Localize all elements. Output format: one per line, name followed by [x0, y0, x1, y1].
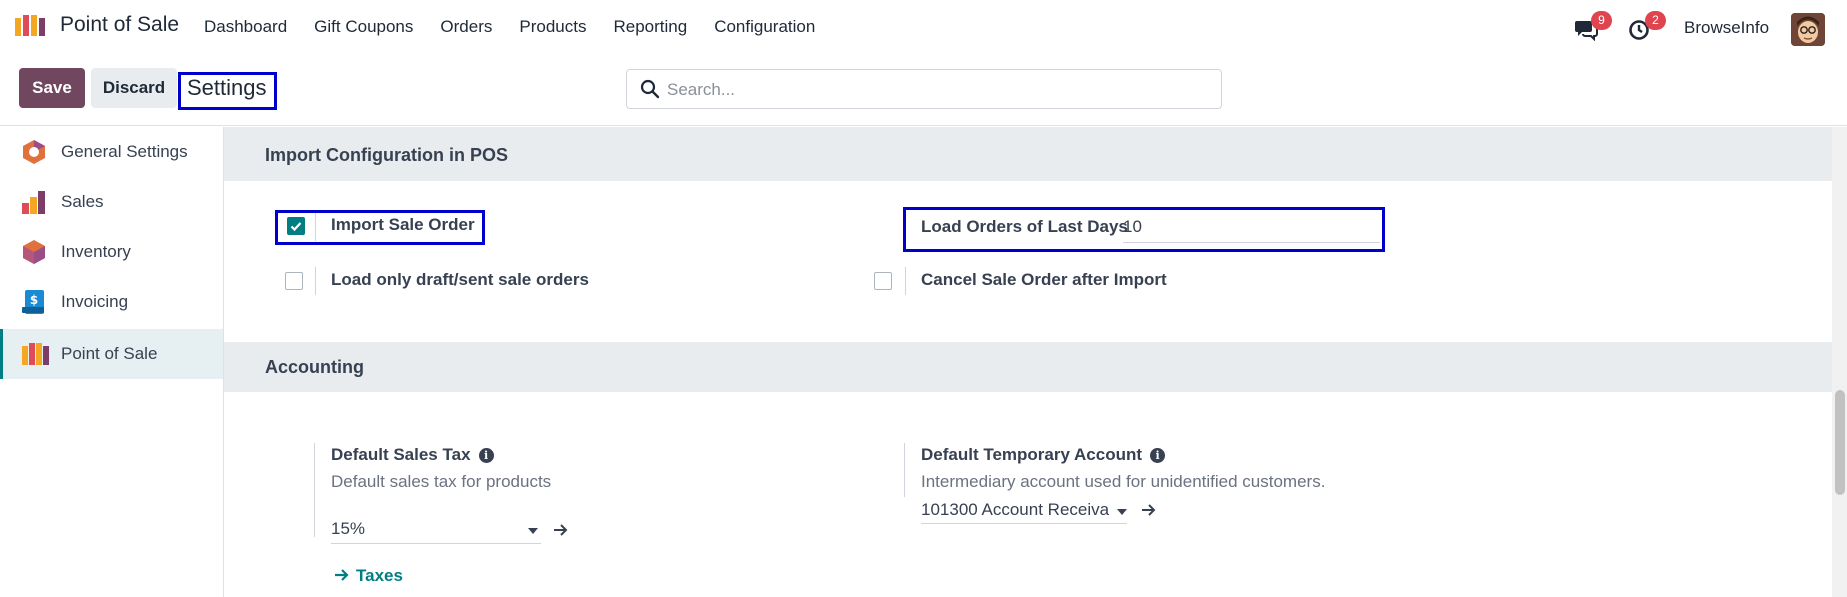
sidebar-item-inventory[interactable]: Inventory [0, 227, 223, 277]
default-sales-tax-select[interactable]: 15% [331, 519, 365, 539]
discard-button[interactable]: Discard [91, 68, 177, 108]
search-bar [626, 69, 1222, 109]
divider [314, 443, 315, 537]
draft-sent-only-label: Load only draft/sent sale orders [331, 270, 589, 289]
cancel-after-import-label: Cancel Sale Order after Import [921, 270, 1167, 289]
default-temp-account-label: Default Temporary Account i [921, 445, 1166, 465]
default-sales-tax-label: Default Sales Tax i [331, 445, 494, 465]
sidebar-item-label: Inventory [61, 242, 131, 261]
divider [315, 213, 316, 241]
default-sales-tax-description: Default sales tax for products [331, 472, 552, 491]
load-orders-days-label: Load Orders of Last Days [921, 217, 1128, 236]
load-orders-days-input[interactable]: 10 [1123, 217, 1142, 237]
cancel-after-import-checkbox[interactable] [874, 272, 892, 290]
menu-gift-coupons[interactable]: Gift Coupons [314, 17, 413, 37]
menu-products[interactable]: Products [519, 17, 586, 37]
control-panel: Save Discard Settings [0, 58, 1847, 126]
section-title: Accounting [265, 357, 364, 377]
arrow-right-icon[interactable] [553, 523, 569, 537]
divider [905, 267, 906, 295]
divider [315, 267, 316, 295]
menu-dashboard[interactable]: Dashboard [204, 17, 287, 37]
arrow-right-icon [335, 569, 349, 581]
sidebar-item-point-of-sale[interactable]: Point of Sale [0, 329, 223, 379]
sidebar-item-label: Point of Sale [61, 344, 158, 363]
taxes-link-label: Taxes [356, 566, 403, 585]
select-underline [331, 543, 541, 544]
invoicing-icon: $ [22, 290, 44, 314]
main-menu: Dashboard Gift Coupons Orders Products R… [204, 17, 842, 37]
save-button[interactable]: Save [19, 68, 85, 108]
sidebar-item-label: Sales [61, 192, 104, 211]
arrow-right-icon[interactable] [1141, 503, 1157, 517]
sidebar-item-label: Invoicing [61, 292, 129, 311]
accounting-section-header: Accounting [224, 342, 1832, 392]
sidebar-item-label: General Settings [61, 142, 188, 161]
import-sale-order-checkbox[interactable] [287, 217, 305, 235]
menu-reporting[interactable]: Reporting [613, 17, 687, 37]
activities-count-badge: 2 [1645, 11, 1666, 30]
default-sales-tax-label-text: Default Sales Tax [331, 445, 471, 464]
settings-content: Import Configuration in POS Import Sale … [224, 127, 1832, 597]
draft-sent-only-checkbox[interactable] [285, 272, 303, 290]
scrollbar-track[interactable] [1832, 127, 1847, 597]
avatar-image [1791, 13, 1825, 46]
divider [904, 443, 905, 497]
chevron-down-icon[interactable] [1117, 509, 1127, 515]
info-icon[interactable]: i [478, 448, 494, 463]
search-icon [640, 79, 660, 99]
default-temp-account-select[interactable]: 101300 Account Receiva [921, 500, 1109, 520]
select-underline [921, 523, 1127, 524]
taxes-link[interactable]: Taxes [334, 566, 403, 586]
scrollbar-thumb[interactable] [1835, 390, 1845, 495]
app-title: Point of Sale [60, 13, 180, 36]
messages-button[interactable]: 9 [1574, 11, 1612, 41]
import-section-header: Import Configuration in POS [224, 127, 1832, 181]
point-of-sale-app-icon [15, 15, 45, 36]
chevron-down-icon[interactable] [528, 528, 538, 534]
sales-icon [22, 191, 45, 214]
default-temp-account-label-text: Default Temporary Account [921, 445, 1143, 464]
sidebar-item-general-settings[interactable]: General Settings [0, 127, 223, 177]
app-brand[interactable]: Point of Sale [14, 12, 179, 38]
activities-button[interactable]: 2 [1628, 11, 1666, 41]
section-title: Import Configuration in POS [265, 145, 508, 165]
point-of-sale-icon [22, 343, 49, 365]
sidebar-item-invoicing[interactable]: $ Invoicing [0, 277, 223, 327]
menu-orders[interactable]: Orders [440, 17, 492, 37]
messages-count-badge: 9 [1591, 11, 1612, 30]
import-sale-order-label: Import Sale Order [331, 215, 475, 234]
info-icon[interactable]: i [1150, 448, 1166, 463]
company-name[interactable]: BrowseInfo [1684, 18, 1769, 38]
default-temp-account-description: Intermediary account used for unidentifi… [921, 472, 1326, 491]
user-avatar[interactable] [1791, 13, 1825, 46]
search-input[interactable] [667, 78, 1207, 102]
inventory-icon [23, 240, 45, 264]
checkmark-icon [290, 222, 302, 232]
general-settings-icon [23, 140, 45, 164]
settings-sidebar: General Settings Sales Inventory $ Invoi… [0, 127, 224, 597]
top-navbar: Point of Sale Dashboard Gift Coupons Ord… [0, 0, 1847, 58]
input-underline [1123, 242, 1380, 243]
menu-configuration[interactable]: Configuration [714, 17, 815, 37]
breadcrumb: Settings [187, 75, 267, 100]
svg-text:$: $ [30, 293, 38, 307]
sidebar-item-sales[interactable]: Sales [0, 177, 223, 227]
